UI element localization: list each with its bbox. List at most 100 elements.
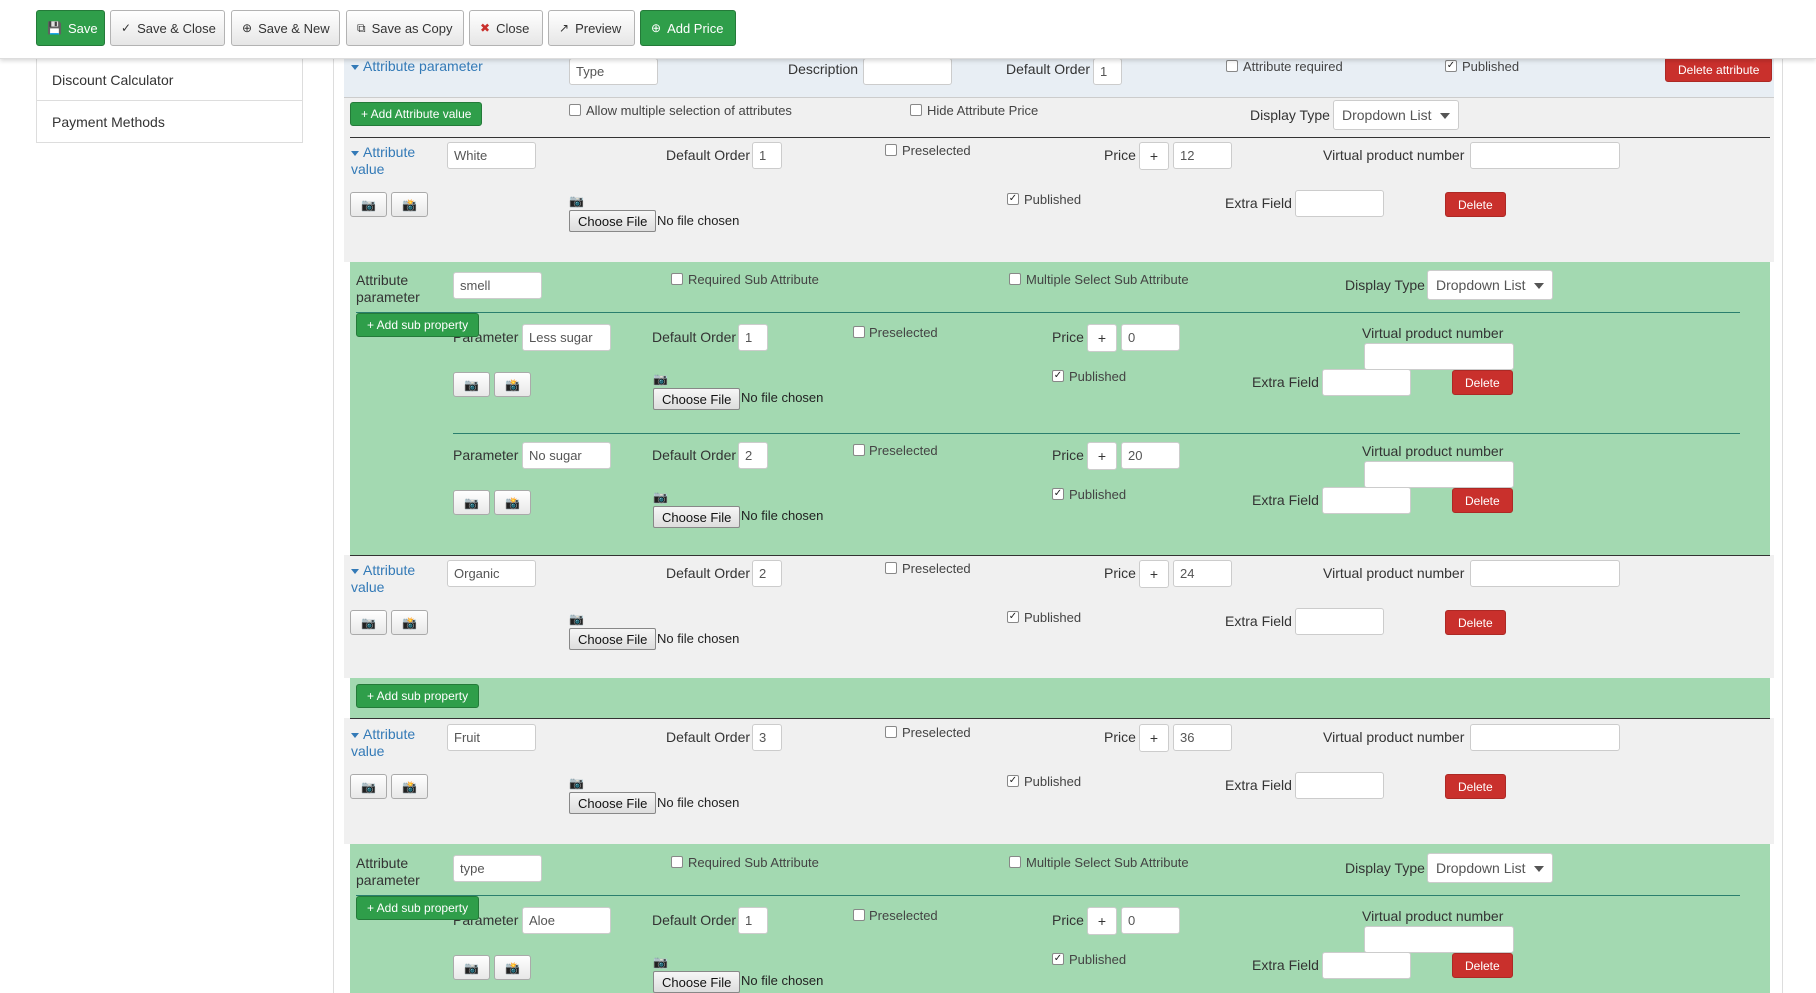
delete-attribute-button[interactable]: Delete attribute xyxy=(1665,57,1773,82)
remove-image-button[interactable]: 📸 xyxy=(391,192,428,217)
sub-attribute-name-input[interactable]: type xyxy=(453,855,542,882)
price-sign-button[interactable]: + xyxy=(1087,907,1117,935)
default-order-input[interactable]: 1 xyxy=(752,142,782,169)
image-button[interactable]: 📷 xyxy=(453,490,490,515)
virtual-product-number-input[interactable] xyxy=(1364,926,1514,953)
save-new-button[interactable]: ⊕ Save & New xyxy=(231,10,340,46)
delete-button[interactable]: Delete xyxy=(1452,953,1513,978)
display-type-select[interactable]: Dropdown List xyxy=(1427,853,1553,883)
choose-file-button[interactable]: Choose File xyxy=(569,628,657,650)
default-order-input[interactable]: 2 xyxy=(738,442,768,469)
sub-attribute-name-input[interactable]: smell xyxy=(453,272,542,299)
price-sign-button[interactable]: + xyxy=(1087,324,1117,352)
default-order-input[interactable]: 1 xyxy=(738,324,768,351)
attribute-value-toggle[interactable]: Attribute value xyxy=(351,144,415,178)
display-type-select[interactable]: Dropdown List xyxy=(1333,100,1459,130)
attribute-value-toggle[interactable]: Attribute value xyxy=(351,726,415,760)
extra-field-input[interactable] xyxy=(1295,608,1384,635)
choose-file-button[interactable]: Choose File xyxy=(569,210,657,232)
published-checkbox[interactable]: ✓ xyxy=(1052,488,1064,500)
default-order-input[interactable]: 1 xyxy=(738,907,768,934)
remove-image-button[interactable]: 📸 xyxy=(494,955,531,980)
remove-image-button[interactable]: 📸 xyxy=(494,490,531,515)
add-price-button[interactable]: ⊕ Add Price xyxy=(640,10,736,46)
published-checkbox[interactable]: ✓ xyxy=(1052,953,1064,965)
delete-button[interactable]: Delete xyxy=(1445,192,1506,217)
published-checkbox[interactable]: ✓ xyxy=(1007,775,1019,787)
description-input[interactable] xyxy=(863,58,952,85)
allow-multiple-checkbox[interactable] xyxy=(569,104,581,116)
save-close-button[interactable]: ✓ Save & Close xyxy=(110,10,225,46)
choose-file-button[interactable]: Choose File xyxy=(569,792,657,814)
delete-button[interactable]: Delete xyxy=(1452,370,1513,395)
image-button[interactable]: 📷 xyxy=(453,372,490,397)
required-sub-attribute-checkbox[interactable] xyxy=(671,273,683,285)
value-name-input[interactable]: White xyxy=(447,142,536,169)
add-attribute-value-button[interactable]: + Add Attribute value xyxy=(350,102,483,126)
value-name-input[interactable]: Fruit xyxy=(447,724,536,751)
preselected-checkbox[interactable] xyxy=(885,726,897,738)
price-sign-button[interactable]: + xyxy=(1087,442,1117,470)
delete-button[interactable]: Delete xyxy=(1445,774,1506,799)
extra-field-input[interactable] xyxy=(1322,952,1411,979)
add-sub-property-button[interactable]: + Add sub property xyxy=(356,896,480,920)
extra-field-input[interactable] xyxy=(1295,190,1384,217)
choose-file-button[interactable]: Choose File xyxy=(653,506,741,528)
image-button[interactable]: 📷 xyxy=(350,774,387,799)
preselected-checkbox[interactable] xyxy=(885,144,897,156)
image-button[interactable]: 📷 xyxy=(453,955,490,980)
price-input[interactable]: 12 xyxy=(1173,142,1232,169)
add-sub-property-button[interactable]: + Add sub property xyxy=(356,684,480,708)
preview-button[interactable]: ↗ Preview xyxy=(548,10,635,46)
virtual-product-number-input[interactable] xyxy=(1364,461,1514,488)
price-sign-button[interactable]: + xyxy=(1139,142,1169,170)
published-checkbox[interactable]: ✓ xyxy=(1007,611,1019,623)
preselected-checkbox[interactable] xyxy=(853,909,865,921)
remove-image-button[interactable]: 📸 xyxy=(391,610,428,635)
published-checkbox[interactable]: ✓ xyxy=(1445,60,1457,72)
published-checkbox[interactable]: ✓ xyxy=(1052,370,1064,382)
preselected-checkbox[interactable] xyxy=(853,326,865,338)
delete-button[interactable]: Delete xyxy=(1445,610,1506,635)
add-sub-property-button[interactable]: + Add sub property xyxy=(356,313,480,337)
price-input[interactable]: 20 xyxy=(1121,442,1180,469)
choose-file-button[interactable]: Choose File xyxy=(653,971,741,993)
required-sub-attribute-checkbox[interactable] xyxy=(671,856,683,868)
choose-file-button[interactable]: Choose File xyxy=(653,388,741,410)
image-button[interactable]: 📷 xyxy=(350,192,387,217)
price-sign-button[interactable]: + xyxy=(1139,560,1169,588)
multiple-select-sub-checkbox[interactable] xyxy=(1009,273,1021,285)
save-copy-button[interactable]: ⧉ Save as Copy xyxy=(346,10,464,46)
sidebar-item-payment-methods[interactable]: Payment Methods xyxy=(37,101,302,143)
attribute-required-checkbox[interactable] xyxy=(1226,60,1238,72)
attribute-name-input[interactable]: Type xyxy=(569,58,658,85)
extra-field-input[interactable] xyxy=(1322,369,1411,396)
remove-image-button[interactable]: 📸 xyxy=(391,774,428,799)
attribute-value-toggle[interactable]: Attribute value xyxy=(351,562,415,596)
virtual-product-number-input[interactable] xyxy=(1470,560,1620,587)
price-input[interactable]: 36 xyxy=(1173,724,1232,751)
virtual-product-number-input[interactable] xyxy=(1470,724,1620,751)
attribute-parameter-toggle[interactable]: Attribute parameter xyxy=(351,58,483,74)
extra-field-input[interactable] xyxy=(1295,772,1384,799)
price-input[interactable]: 0 xyxy=(1121,324,1180,351)
delete-button[interactable]: Delete xyxy=(1452,488,1513,513)
price-sign-button[interactable]: + xyxy=(1139,724,1169,752)
multiple-select-sub-checkbox[interactable] xyxy=(1009,856,1021,868)
default-order-input[interactable]: 1 xyxy=(1093,58,1122,85)
preselected-checkbox[interactable] xyxy=(853,444,865,456)
price-input[interactable]: 0 xyxy=(1121,907,1180,934)
display-type-select[interactable]: Dropdown List xyxy=(1427,270,1553,300)
virtual-product-number-input[interactable] xyxy=(1470,142,1620,169)
price-input[interactable]: 24 xyxy=(1173,560,1232,587)
default-order-input[interactable]: 3 xyxy=(752,724,782,751)
save-button[interactable]: 💾 Save xyxy=(36,10,105,46)
published-checkbox[interactable]: ✓ xyxy=(1007,193,1019,205)
default-order-input[interactable]: 2 xyxy=(752,560,782,587)
extra-field-input[interactable] xyxy=(1322,487,1411,514)
hide-price-checkbox[interactable] xyxy=(910,104,922,116)
sub-property-name-input[interactable]: Aloe xyxy=(522,907,611,934)
sidebar-item-discount-calculator[interactable]: Discount Calculator xyxy=(37,59,302,101)
image-button[interactable]: 📷 xyxy=(350,610,387,635)
sub-property-name-input[interactable]: Less sugar xyxy=(522,324,611,351)
